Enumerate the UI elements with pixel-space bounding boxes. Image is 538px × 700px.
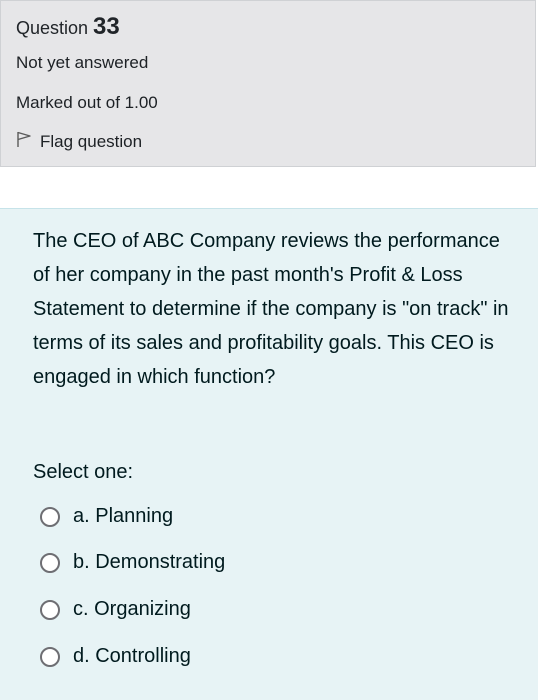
radio-button[interactable] xyxy=(40,599,60,620)
radio-button[interactable] xyxy=(40,506,60,527)
question-heading: Question 33 xyxy=(16,13,120,41)
answer-option-label: a. Planning xyxy=(73,505,174,527)
answer-option-a[interactable]: a. Planning xyxy=(40,505,173,528)
answer-option-c[interactable]: c. Organizing xyxy=(40,598,191,621)
question-grade: Marked out of 1.00 xyxy=(16,93,158,112)
question-state: Not yet answered xyxy=(16,53,149,72)
answer-option-label: d. Controlling xyxy=(73,645,191,667)
question-text: The CEO of ABC Company reviews the perfo… xyxy=(33,230,509,388)
answer-option-label: c. Organizing xyxy=(73,598,191,620)
answer-option-label: b. Demonstrating xyxy=(73,551,226,573)
answer-option-d[interactable]: d. Controlling xyxy=(40,645,191,668)
question-number: 33 xyxy=(93,13,120,40)
radio-button[interactable] xyxy=(40,646,60,667)
select-one-prompt: Select one: xyxy=(33,461,134,483)
flag-question-button[interactable]: Flag question xyxy=(16,131,142,153)
flag-icon xyxy=(16,131,40,153)
radio-button[interactable] xyxy=(40,552,60,573)
question-word: Question xyxy=(16,18,89,38)
answer-option-b[interactable]: b. Demonstrating xyxy=(40,551,225,574)
question-content: The CEO of ABC Company reviews the perfo… xyxy=(0,208,538,700)
question-info-panel: Question 33 Not yet answered Marked out o… xyxy=(0,0,536,167)
flag-question-label: Flag question xyxy=(40,132,143,151)
